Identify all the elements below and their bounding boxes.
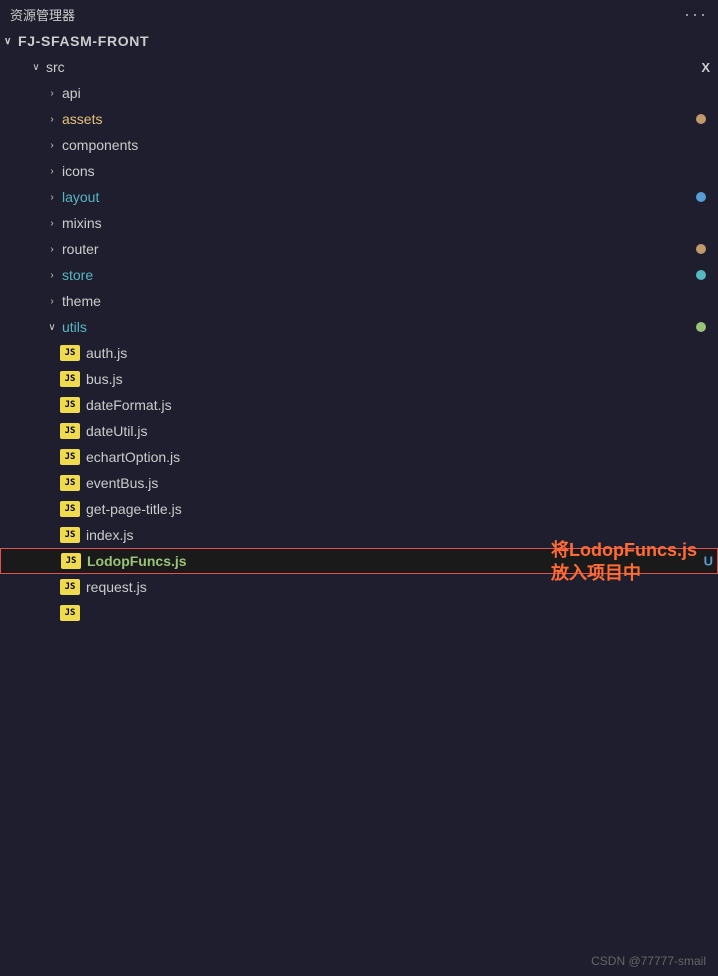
mixins-folder-label: mixins xyxy=(62,215,102,231)
file-eventbus-label: eventBus.js xyxy=(86,475,158,491)
layout-chevron-icon: › xyxy=(44,189,60,205)
top-bar: 资源管理器 ··· xyxy=(0,0,718,28)
folder-mixins[interactable]: › mixins xyxy=(0,210,718,236)
js-badge-bus: JS xyxy=(60,371,80,387)
folder-layout[interactable]: › layout xyxy=(0,184,718,210)
folder-icons[interactable]: › icons xyxy=(0,158,718,184)
more-options-icon[interactable]: ··· xyxy=(684,4,708,25)
folder-utils[interactable]: ∨ utils xyxy=(0,314,718,340)
file-lodopfuncs[interactable]: JS LodopFuncs.js 将LodopFuncs.js 放入项目中 U xyxy=(0,548,718,574)
folder-api[interactable]: › api xyxy=(0,80,718,106)
js-badge-lodopfuncs: JS xyxy=(61,553,81,569)
root-chevron-icon: ∨ xyxy=(0,33,16,49)
folder-assets[interactable]: › assets xyxy=(0,106,718,132)
js-badge-dateutil: JS xyxy=(60,423,80,439)
file-dateformat-label: dateFormat.js xyxy=(86,397,172,413)
js-badge-eventbus: JS xyxy=(60,475,80,491)
folder-theme[interactable]: › theme xyxy=(0,288,718,314)
src-folder-label: src xyxy=(46,59,65,75)
js-badge-more: JS xyxy=(60,605,80,621)
theme-chevron-icon: › xyxy=(44,293,60,309)
js-badge-auth: JS xyxy=(60,345,80,361)
file-getpagetitle-label: get-page-title.js xyxy=(86,501,182,517)
components-chevron-icon: › xyxy=(44,137,60,153)
assets-chevron-icon: › xyxy=(44,111,60,127)
file-bus[interactable]: JS bus.js xyxy=(0,366,718,392)
file-auth-label: auth.js xyxy=(86,345,127,361)
theme-folder-label: theme xyxy=(62,293,101,309)
file-getpagetitle[interactable]: JS get-page-title.js xyxy=(0,496,718,522)
root-folder[interactable]: ∨ FJ-SFASM-FRONT xyxy=(0,28,718,54)
explorer-title: 资源管理器 xyxy=(10,5,75,24)
router-dot-indicator xyxy=(696,244,706,254)
router-folder-label: router xyxy=(62,241,99,257)
api-folder-label: api xyxy=(62,85,81,101)
js-badge-request: JS xyxy=(60,579,80,595)
js-badge-dateformat: JS xyxy=(60,397,80,413)
store-chevron-icon: › xyxy=(44,267,60,283)
file-dateformat[interactable]: JS dateFormat.js xyxy=(0,392,718,418)
file-echartoption[interactable]: JS echartOption.js xyxy=(0,444,718,470)
src-folder[interactable]: ∨ src X xyxy=(0,54,718,80)
file-echartoption-label: echartOption.js xyxy=(86,449,180,465)
u-label: U xyxy=(704,554,713,569)
file-index-label: index.js xyxy=(86,527,133,543)
js-badge-getpagetitle: JS xyxy=(60,501,80,517)
utils-dot-indicator xyxy=(696,322,706,332)
file-request-label: request.js xyxy=(86,579,147,595)
file-auth[interactable]: JS auth.js xyxy=(0,340,718,366)
src-chevron-icon: ∨ xyxy=(28,59,44,75)
utils-chevron-icon: ∨ xyxy=(44,319,60,335)
js-badge-index: JS xyxy=(60,527,80,543)
components-folder-label: components xyxy=(62,137,138,153)
layout-folder-label: layout xyxy=(62,189,99,205)
file-dateutil[interactable]: JS dateUtil.js xyxy=(0,418,718,444)
store-dot-indicator xyxy=(696,270,706,280)
folder-router[interactable]: › router xyxy=(0,236,718,262)
file-more[interactable]: JS xyxy=(0,600,718,626)
annotation-line1: 将LodopFuncs.js xyxy=(551,539,697,562)
assets-dot-indicator xyxy=(696,114,706,124)
file-bus-label: bus.js xyxy=(86,371,123,387)
file-eventbus[interactable]: JS eventBus.js xyxy=(0,470,718,496)
mixins-chevron-icon: › xyxy=(44,215,60,231)
store-folder-label: store xyxy=(62,267,93,283)
js-badge-echartoption: JS xyxy=(60,449,80,465)
api-chevron-icon: › xyxy=(44,85,60,101)
file-request[interactable]: JS request.js xyxy=(0,574,718,600)
icons-chevron-icon: › xyxy=(44,163,60,179)
layout-dot-indicator xyxy=(696,192,706,202)
utils-folder-label: utils xyxy=(62,319,87,335)
icons-folder-label: icons xyxy=(62,163,95,179)
watermark: CSDN @77777-smail xyxy=(591,954,706,968)
file-lodopfuncs-label: LodopFuncs.js xyxy=(87,553,187,569)
router-chevron-icon: › xyxy=(44,241,60,257)
folder-store[interactable]: › store xyxy=(0,262,718,288)
folder-components[interactable]: › components xyxy=(0,132,718,158)
root-folder-label: FJ-SFASM-FRONT xyxy=(18,33,149,49)
assets-folder-label: assets xyxy=(62,111,102,127)
file-dateutil-label: dateUtil.js xyxy=(86,423,147,439)
src-close-button[interactable]: X xyxy=(701,60,710,75)
